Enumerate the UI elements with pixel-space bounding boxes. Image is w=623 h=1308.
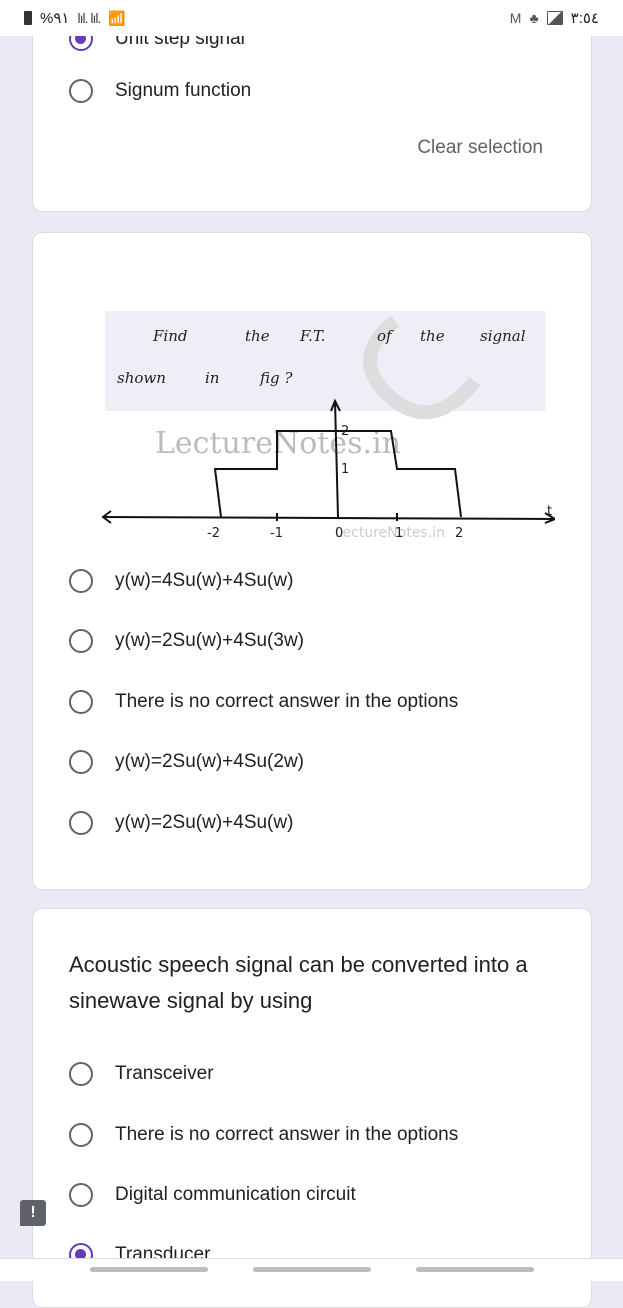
clear-selection-button[interactable]: Clear selection (417, 137, 543, 159)
option-label: Signum function (115, 80, 252, 101)
signal-icon: lıl. lıl. (77, 10, 101, 26)
gmail-icon: M (509, 10, 522, 26)
option-digital-communication-circuit[interactable]: Digital communication circuit (69, 1183, 356, 1207)
status-bar: %٩١ lıl. lıl. 📶 M ♣ ٣:٥٤ (0, 0, 623, 36)
fig-text: F.T. (299, 327, 325, 345)
x-tick-label: 2 (455, 526, 463, 537)
option-label: There is no correct answer in the option… (115, 691, 459, 712)
option-label: y(w)=2Su(w)+4Su(2w) (115, 751, 304, 772)
option-q2-4[interactable]: y(w)=2Su(w)+4Su(2w) (69, 750, 304, 774)
axis-label: t (547, 504, 552, 519)
question-card-3: Acoustic speech signal can be converted … (32, 908, 592, 1308)
fig-text: signal (480, 327, 526, 345)
image-icon (546, 11, 563, 25)
y-tick-label: 1 (341, 462, 349, 477)
option-q2-1[interactable]: y(w)=4Su(w)+4Su(w) (69, 569, 293, 593)
question-image: Find the F.T. of the signal shown in fig… (95, 301, 558, 541)
nav-home-button[interactable] (253, 1267, 371, 1272)
nav-recents-button[interactable] (90, 1267, 208, 1272)
radio-icon[interactable] (69, 1062, 93, 1086)
wifi-icon: 📶 (108, 9, 126, 26)
nav-back-button[interactable] (416, 1267, 534, 1272)
radio-icon[interactable] (69, 811, 93, 835)
option-q2-2[interactable]: y(w)=2Su(w)+4Su(3w) (69, 629, 304, 653)
radio-icon[interactable] (69, 629, 93, 653)
x-tick-label: -1 (270, 526, 283, 537)
y-tick-label: 2 (341, 424, 349, 439)
radio-icon[interactable] (69, 1183, 93, 1207)
navigation-bar (0, 1258, 623, 1281)
option-no-correct-answer[interactable]: There is no correct answer in the option… (69, 1123, 458, 1147)
option-label: Transceiver (115, 1063, 214, 1084)
x-tick-label: -2 (207, 526, 220, 537)
option-q2-3[interactable]: There is no correct answer in the option… (69, 690, 458, 714)
battery-icon (24, 11, 32, 25)
fig-text: shown (117, 369, 166, 387)
option-transceiver[interactable]: Transceiver (69, 1062, 214, 1086)
fig-text: in (205, 369, 219, 387)
fig-text: fig ? (259, 369, 293, 387)
fig-text: the (245, 327, 270, 345)
watermark-small: LectureNotes.in (335, 525, 445, 537)
x-tick-label: 1 (395, 526, 403, 537)
question-title: Acoustic speech signal can be converted … (69, 952, 528, 1013)
option-label: y(w)=4Su(w)+4Su(w) (115, 570, 294, 591)
signal-figure: Find the F.T. of the signal shown in fig… (95, 301, 558, 541)
question-card-2: Find the F.T. of the signal shown in fig… (32, 232, 592, 890)
option-label: There is no correct answer in the option… (115, 1124, 459, 1145)
option-signum-function[interactable]: Signum function (69, 79, 251, 103)
report-feedback-button[interactable]: ! (20, 1200, 46, 1226)
radio-icon[interactable] (69, 750, 93, 774)
radio-icon[interactable] (69, 1123, 93, 1147)
option-label: y(w)=2Su(w)+4Su(3w) (115, 630, 304, 651)
x-tick-label: 0 (335, 526, 343, 537)
clock: ٣:٥٤ (570, 10, 599, 27)
fig-text: Find (152, 327, 187, 345)
option-label: y(w)=2Su(w)+4Su(w) (115, 812, 294, 833)
option-label: Digital communication circuit (115, 1184, 356, 1205)
battery-level: %٩١ (40, 10, 70, 27)
radio-icon[interactable] (69, 569, 93, 593)
option-q2-5[interactable]: y(w)=2Su(w)+4Su(w) (69, 811, 293, 835)
radio-icon[interactable] (69, 79, 93, 103)
fig-text: the (420, 327, 445, 345)
radio-icon[interactable] (69, 690, 93, 714)
fig-text: of (377, 327, 394, 345)
notification-icon: ♣ (529, 10, 539, 26)
